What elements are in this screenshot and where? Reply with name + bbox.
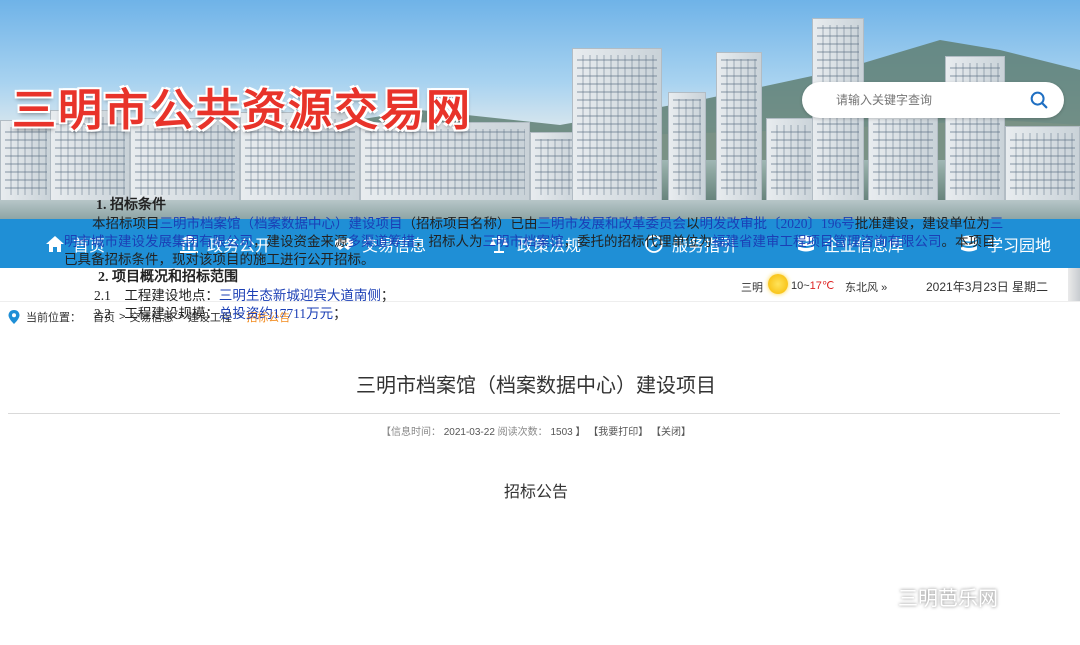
meta-close: 】	[575, 427, 586, 438]
approval-agency-link[interactable]: 三明市发展和改革委员会	[538, 216, 687, 231]
funding-link[interactable]: 多渠道筹措	[348, 234, 416, 249]
building	[668, 92, 706, 202]
building	[1005, 126, 1080, 202]
building	[572, 48, 662, 202]
location-pin-icon	[8, 309, 20, 324]
text: ；	[333, 306, 347, 321]
section-heading: 1. 招标条件	[96, 198, 166, 213]
scale-link[interactable]: 总投资约17711万元	[219, 306, 333, 321]
text: 批准建设，建设单位为	[854, 216, 990, 231]
building	[945, 56, 1005, 202]
item-number: 2.1	[94, 288, 111, 303]
text: ，建设资金来源	[253, 234, 348, 249]
article-meta: 【信息时间： 2021-03-22 阅读次数： 1503 】 【我要打印】 【关…	[0, 423, 1072, 438]
text: ；	[380, 288, 395, 303]
item-label: 工程建设规模：	[124, 306, 219, 321]
list-item: 2.1 工程建设地点：三明生态新城迎宾大道南侧；	[64, 287, 1004, 305]
site-title: 三明市公共资源交易网	[12, 85, 472, 136]
wechat-icon	[858, 583, 889, 608]
search-input[interactable]	[836, 93, 1028, 107]
meta-open: 【信息时间：	[380, 427, 441, 438]
watermark: 三明芭乐网	[858, 582, 998, 611]
tenderer-link[interactable]: 三明市档案馆	[483, 234, 564, 249]
text: ，委托的招标代理单位为	[563, 234, 713, 249]
building	[716, 52, 762, 202]
agent-link[interactable]: 福建省建审工程项目管理咨询有限公司	[712, 234, 942, 249]
item-label: 工程建设地点：	[124, 288, 219, 303]
project-name-link[interactable]: 三明市档案馆（档案数据中心）建设项目	[160, 216, 403, 231]
text: （招标项目名称）已由	[402, 216, 538, 231]
text: 本招标项目	[92, 216, 160, 231]
building	[766, 118, 816, 202]
print-link[interactable]: 【我要打印】	[588, 427, 648, 438]
list-item: 2.2 工程建设规模：总投资约17711万元；	[64, 305, 1004, 323]
building	[868, 112, 938, 202]
header-banner: 三明市公共资源交易网	[0, 0, 1080, 219]
search-icon[interactable]	[1028, 89, 1050, 111]
approval-number-link[interactable]: 明发改审批〔2020〕196号	[700, 216, 855, 231]
article-subtitle: 招标公告	[503, 482, 568, 501]
article-body: 1. 招标条件 本招标项目三明市档案馆（档案数据中心）建设项目（招标项目名称）已…	[64, 197, 1004, 323]
text: 以	[686, 216, 700, 231]
close-link[interactable]: 【关闭】	[651, 427, 691, 438]
divider	[8, 413, 1060, 414]
meta-views-label: 阅读次数：	[497, 427, 548, 438]
item-number: 2.2	[94, 306, 111, 321]
text: ，招标人为	[415, 234, 483, 249]
home-icon	[45, 235, 64, 252]
article-title: 三明市档案馆（档案数据中心）建设项目	[356, 373, 716, 397]
location-link[interactable]: 三明生态新城迎宾大道南侧	[219, 288, 381, 303]
meta-views: 1503	[550, 427, 573, 438]
meta-date: 2021-03-22	[443, 427, 495, 438]
watermark-text: 三明芭乐网	[898, 586, 998, 610]
paragraph: 本招标项目三明市档案馆（档案数据中心）建设项目（招标项目名称）已由三明市发展和改…	[64, 215, 1004, 269]
search-box[interactable]	[802, 82, 1064, 118]
section-heading: 2. 项目概况和招标范围	[98, 270, 238, 285]
